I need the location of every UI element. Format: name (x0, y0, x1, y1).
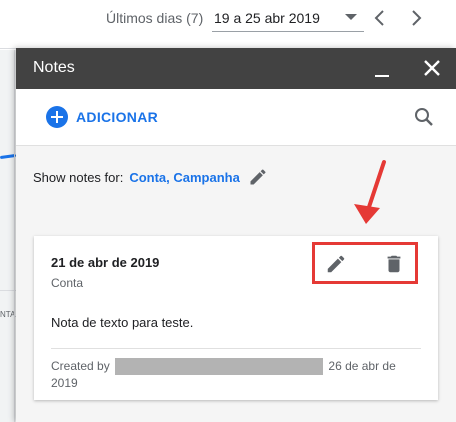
dropdown-caret-icon[interactable] (345, 14, 357, 20)
close-icon[interactable] (420, 56, 444, 80)
chevron-left-icon[interactable] (370, 7, 390, 29)
date-range-select[interactable]: 19 a 25 abr 2019 (214, 10, 320, 26)
search-icon[interactable] (412, 105, 436, 129)
background-column-label: NTAI (0, 310, 18, 319)
panel-title: Notes (33, 59, 75, 76)
background-divider (14, 50, 15, 422)
redacted-author (115, 358, 324, 375)
note-created-info: Created by 26 de abr de 2019 (51, 358, 411, 391)
notes-panel: Notes ADICIONAR Show notes for: Conta, C… (16, 48, 456, 422)
add-circle-icon (46, 106, 68, 128)
date-range-label: Últimos dias (7) (106, 10, 204, 26)
note-actions-highlight (312, 242, 418, 284)
background-divider (0, 48, 16, 49)
created-by-label: Created by (51, 359, 110, 373)
minimize-button[interactable] (370, 58, 394, 80)
note-divider (51, 348, 421, 349)
notes-filter-row: Show notes for: Conta, Campanha (33, 166, 268, 188)
notes-panel-header: Notes (16, 48, 456, 89)
note-body-text: Nota de texto para teste. (51, 315, 194, 330)
trash-icon[interactable] (383, 253, 405, 275)
pencil-icon[interactable] (248, 167, 268, 187)
note-date: 21 de abr de 2019 (51, 255, 160, 270)
note-scope: Conta (51, 276, 84, 290)
add-note-label: ADICIONAR (76, 109, 159, 125)
top-bar: Últimos dias (7) 19 a 25 abr 2019 (0, 0, 456, 50)
date-range-underline (212, 31, 364, 32)
filter-value-link[interactable]: Conta, Campanha (129, 170, 240, 185)
minimize-icon (375, 75, 389, 77)
notes-toolbar: ADICIONAR (16, 89, 456, 146)
edit-pencil-icon[interactable] (325, 253, 347, 275)
filter-label: Show notes for: (33, 169, 124, 185)
note-card: 21 de abr de 2019 Conta Nota de texto pa… (34, 236, 438, 400)
add-note-button[interactable]: ADICIONAR (46, 105, 158, 129)
annotation-arrow-icon (354, 160, 386, 224)
chevron-right-icon[interactable] (406, 7, 426, 29)
